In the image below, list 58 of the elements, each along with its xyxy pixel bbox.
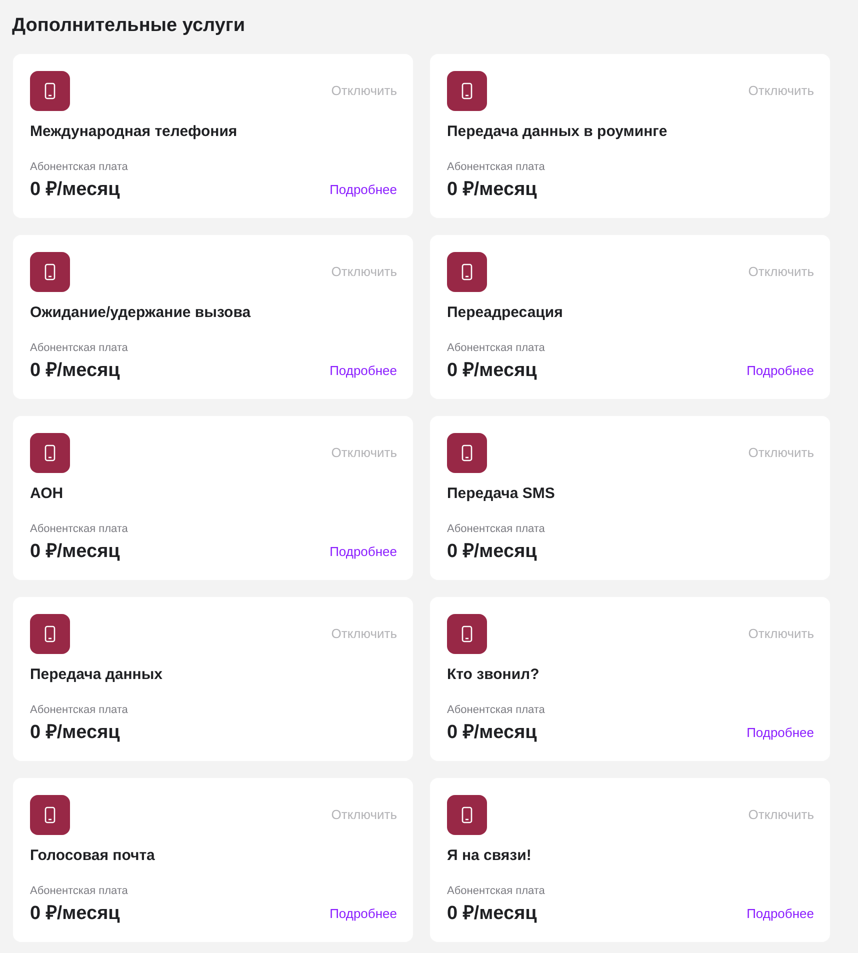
phone-icon — [30, 71, 70, 111]
phone-icon — [447, 71, 487, 111]
disconnect-button[interactable]: Отключить — [331, 807, 397, 823]
details-link[interactable]: Подробнее — [746, 363, 814, 379]
phone-icon — [30, 614, 70, 654]
fee-label: Абонентская плата — [30, 884, 128, 898]
fee-label: Абонентская плата — [447, 341, 545, 355]
phone-icon — [447, 614, 487, 654]
disconnect-button[interactable]: Отключить — [748, 264, 814, 280]
disconnect-button[interactable]: Отключить — [331, 83, 397, 99]
price: 0 ₽/месяц — [447, 902, 537, 926]
fee-label: Абонентская плата — [30, 703, 128, 717]
price: 0 ₽/месяц — [30, 540, 120, 564]
service-name: Передача SMS — [447, 484, 555, 503]
price: 0 ₽/месяц — [30, 359, 120, 383]
phone-icon — [447, 433, 487, 473]
service-name: Кто звонил? — [447, 665, 540, 684]
fee-label: Абонентская плата — [447, 522, 545, 536]
phone-icon — [447, 795, 487, 835]
service-name: Переадресация — [447, 303, 563, 322]
price: 0 ₽/месяц — [447, 721, 537, 745]
disconnect-button[interactable]: Отключить — [331, 626, 397, 642]
service-name: Ожидание/удержание вызова — [30, 303, 251, 322]
phone-icon — [447, 252, 487, 292]
disconnect-button[interactable]: Отключить — [748, 626, 814, 642]
price: 0 ₽/месяц — [447, 178, 537, 202]
details-link[interactable]: Подробнее — [330, 363, 397, 379]
service-name: Передача данных — [30, 665, 162, 684]
details-link[interactable]: Подробнее — [746, 725, 814, 741]
price: 0 ₽/месяц — [30, 902, 120, 926]
service-name: Международная телефония — [30, 122, 238, 141]
details-link[interactable]: Подробнее — [330, 906, 397, 922]
fee-label: Абонентская плата — [30, 160, 128, 174]
phone-icon — [30, 795, 70, 835]
fee-label: Абонентская плата — [30, 522, 128, 536]
disconnect-button[interactable]: Отключить — [331, 445, 397, 461]
fee-label: Абонентская плата — [447, 884, 545, 898]
service-name: Передача данных в роуминге — [447, 122, 668, 141]
service-name: Голосовая почта — [30, 846, 155, 865]
service-name: АОН — [30, 484, 64, 503]
section-title: Дополнительные услуги — [12, 14, 246, 38]
price: 0 ₽/месяц — [447, 359, 537, 383]
fee-label: Абонентская плата — [447, 160, 545, 174]
fee-label: Абонентская плата — [30, 341, 128, 355]
service-name: Я на связи! — [447, 846, 532, 865]
disconnect-button[interactable]: Отключить — [748, 83, 814, 99]
disconnect-button[interactable]: Отключить — [748, 445, 814, 461]
details-link[interactable]: Подробнее — [746, 906, 814, 922]
disconnect-button[interactable]: Отключить — [331, 264, 397, 280]
price: 0 ₽/месяц — [30, 178, 120, 202]
fee-label: Абонентская плата — [447, 703, 545, 717]
disconnect-button[interactable]: Отключить — [748, 807, 814, 823]
phone-icon — [30, 433, 70, 473]
phone-icon — [30, 252, 70, 292]
price: 0 ₽/месяц — [447, 540, 537, 564]
details-link[interactable]: Подробнее — [330, 182, 397, 198]
details-link[interactable]: Подробнее — [330, 544, 397, 560]
price: 0 ₽/месяц — [30, 721, 120, 745]
